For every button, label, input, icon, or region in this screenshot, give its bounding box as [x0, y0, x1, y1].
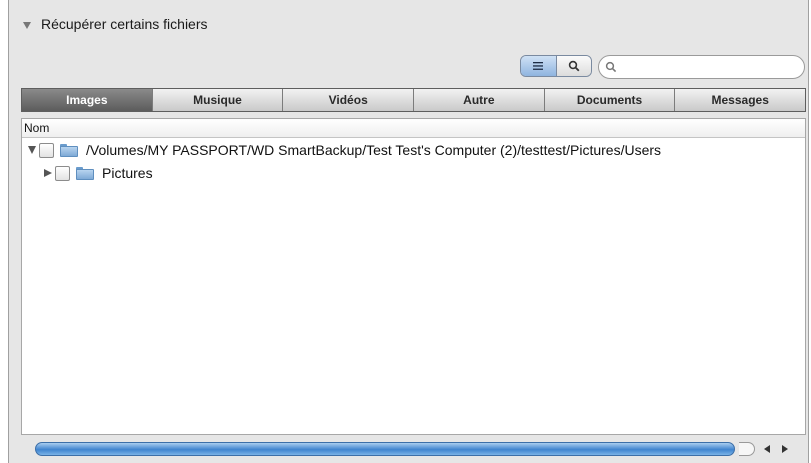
- tab-musique[interactable]: Musique: [151, 89, 283, 111]
- horizontal-scrollbar[interactable]: [21, 441, 806, 457]
- recover-files-panel: Récupérer certains fichiers Images Musiq…: [8, 0, 809, 463]
- list-view-icon: [533, 62, 544, 70]
- disclosure-triangle-down-icon[interactable]: [28, 146, 36, 154]
- column-header-name[interactable]: Nom: [22, 119, 805, 138]
- category-tabs: Images Musique Vidéos Autre Documents Me…: [21, 88, 806, 112]
- magnifier-icon: [568, 60, 580, 72]
- scroll-left-button[interactable]: [759, 442, 775, 456]
- search-icon: [605, 61, 617, 73]
- view-mode-toggle: [520, 55, 592, 77]
- tab-messages[interactable]: Messages: [674, 89, 806, 111]
- disclosure-triangle-down-icon[interactable]: [23, 21, 31, 29]
- search-input[interactable]: [621, 59, 795, 75]
- section-title: Récupérer certains fichiers: [41, 16, 208, 32]
- scroll-thumb[interactable]: [35, 442, 735, 456]
- tab-videos[interactable]: Vidéos: [282, 89, 414, 111]
- arrow-right-icon: [782, 445, 788, 453]
- list-view-button[interactable]: [521, 56, 557, 76]
- tab-images[interactable]: Images: [22, 89, 152, 111]
- section-header[interactable]: Récupérer certains fichiers: [23, 14, 208, 34]
- list-item[interactable]: /Volumes/MY PASSPORT/WD SmartBackup/Test…: [22, 138, 805, 162]
- search-view-button[interactable]: [556, 56, 591, 76]
- scroll-track-end: [739, 442, 755, 456]
- file-list: Nom /Volumes/MY PASSPORT/WD SmartBackup/…: [21, 118, 806, 435]
- folder-icon: [60, 143, 78, 157]
- list-item[interactable]: Pictures: [22, 162, 805, 184]
- row-checkbox[interactable]: [39, 142, 54, 158]
- tab-documents[interactable]: Documents: [543, 89, 675, 111]
- disclosure-triangle-right-icon[interactable]: [44, 169, 52, 177]
- arrow-left-icon: [764, 445, 770, 453]
- row-label: Pictures: [102, 165, 153, 181]
- row-label: /Volumes/MY PASSPORT/WD SmartBackup/Test…: [86, 142, 662, 158]
- tab-autre[interactable]: Autre: [413, 89, 544, 111]
- folder-icon: [76, 166, 94, 180]
- scroll-right-button[interactable]: [777, 442, 793, 456]
- search-field[interactable]: [598, 55, 805, 79]
- row-checkbox[interactable]: [55, 165, 70, 181]
